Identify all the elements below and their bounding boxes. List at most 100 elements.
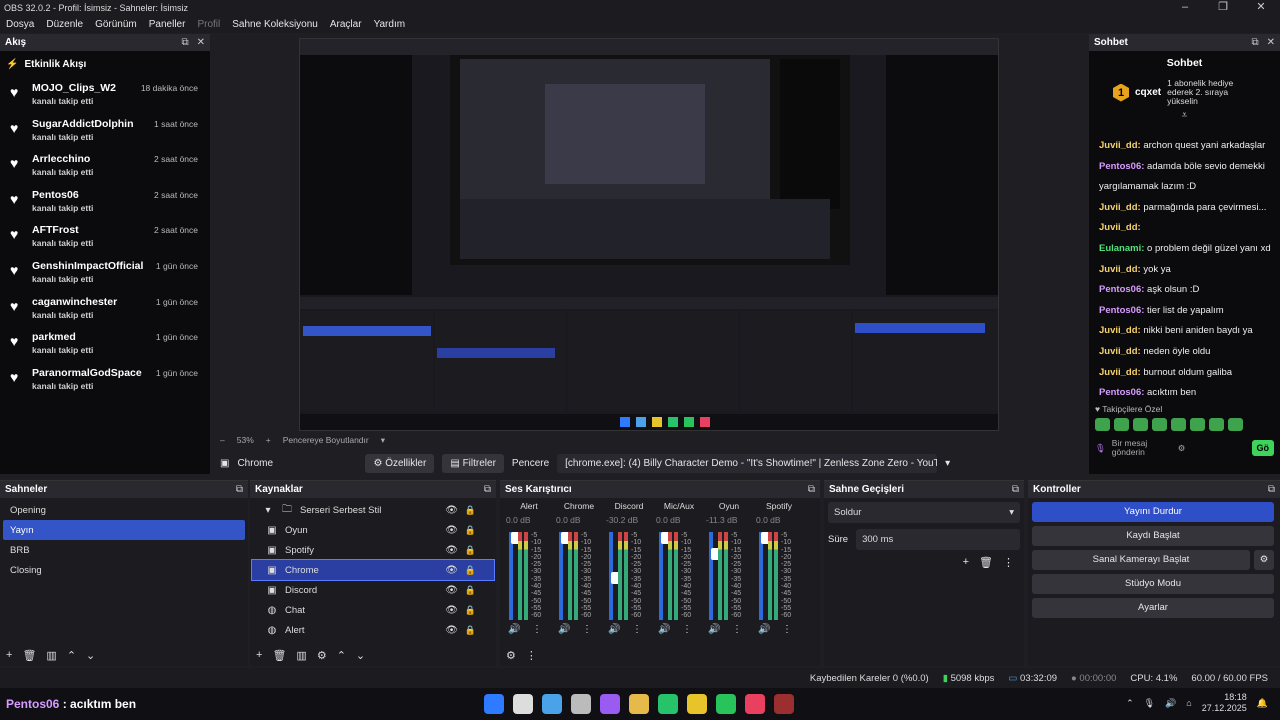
scene-item[interactable]: Yayın xyxy=(3,520,245,540)
volume-icon[interactable]: 🔊 xyxy=(1165,698,1176,709)
speaker-icon[interactable]: 🔊 xyxy=(758,624,770,635)
menu-dots-icon[interactable]: ⋮ xyxy=(682,624,692,635)
mixer-settings-icon[interactable]: ⚙ xyxy=(506,649,516,662)
taskbar-app-icon[interactable] xyxy=(629,694,649,714)
volume-slider[interactable] xyxy=(709,532,721,620)
emote-icon[interactable] xyxy=(1114,418,1129,431)
add-icon[interactable]: + xyxy=(256,649,262,662)
chevron-down-icon[interactable]: ▾ xyxy=(945,458,950,469)
stop-stream-button[interactable]: Yayını Durdur xyxy=(1032,502,1274,522)
up-icon[interactable]: ⌃ xyxy=(67,649,76,662)
gear-icon[interactable]: ⚙ xyxy=(1254,550,1274,570)
menu-dots-icon[interactable]: ⋮ xyxy=(732,624,742,635)
chat-user[interactable]: Juvii_dd: xyxy=(1099,367,1141,378)
menu-gorunum[interactable]: Görünüm xyxy=(89,19,143,30)
clock[interactable]: 18:18 27.12.2025 xyxy=(1202,692,1247,714)
taskbar-app-icon[interactable] xyxy=(542,694,562,714)
trash-icon[interactable]: 🗑 xyxy=(979,556,993,569)
zoom-in-button[interactable]: + xyxy=(266,435,271,445)
emote-icon[interactable] xyxy=(1171,418,1186,431)
lock-icon[interactable]: 🔒 xyxy=(465,585,476,596)
emote-icon[interactable] xyxy=(1228,418,1243,431)
eye-icon[interactable]: 👁 xyxy=(445,585,458,596)
emote-icon[interactable] xyxy=(1095,418,1110,431)
properties-button[interactable]: ⚙ Özellikler xyxy=(365,453,435,473)
chat-user[interactable]: Juvii_dd: xyxy=(1099,202,1141,213)
menu-dots-icon[interactable]: ⋮ xyxy=(1003,556,1014,569)
chevron-up-icon[interactable]: ⌃ xyxy=(1126,698,1134,709)
speaker-icon[interactable]: 🔊 xyxy=(708,624,720,635)
scene-item[interactable]: Opening xyxy=(3,500,245,520)
chat-user[interactable]: Juvii_dd: xyxy=(1099,346,1141,357)
down-icon[interactable]: ⌄ xyxy=(86,649,95,662)
source-item[interactable]: ▣ Discord 👁 🔒 xyxy=(252,580,494,600)
eye-icon[interactable]: 👁 xyxy=(445,605,458,616)
float-icon[interactable]: ⧉ xyxy=(236,484,243,495)
close-icon[interactable]: ✕ xyxy=(197,37,205,48)
up-icon[interactable]: ⌃ xyxy=(337,649,346,662)
eye-icon[interactable]: 👁 xyxy=(445,565,458,576)
lock-icon[interactable]: 🔒 xyxy=(465,565,476,576)
taskbar-app-icon[interactable] xyxy=(513,694,533,714)
taskbar-app-icon[interactable] xyxy=(571,694,591,714)
filter-icon[interactable]: ▥ xyxy=(46,649,56,662)
float-icon[interactable]: ⧉ xyxy=(1251,37,1258,48)
chat-user[interactable]: Juvii_dd: xyxy=(1099,325,1141,336)
start-record-button[interactable]: Kaydı Başlat xyxy=(1032,526,1274,546)
lock-icon[interactable]: 🔒 xyxy=(465,545,476,556)
taskbar-app-icon[interactable] xyxy=(687,694,707,714)
window-select[interactable]: [chrome.exe]: (4) Billy Character Demo -… xyxy=(557,453,938,473)
send-button[interactable]: Gö xyxy=(1251,440,1274,456)
chat-user[interactable]: Pentos06: xyxy=(1099,387,1144,398)
transition-select[interactable]: Soldur ▾ xyxy=(828,502,1020,523)
taskbar-app-icon[interactable] xyxy=(600,694,620,714)
volume-slider[interactable] xyxy=(759,532,771,620)
lock-icon[interactable]: 🔒 xyxy=(465,525,476,536)
menu-profil[interactable]: Profil xyxy=(191,19,226,30)
zoom-out-button[interactable]: – xyxy=(220,435,225,445)
chat-user[interactable]: Pentos06: xyxy=(1099,305,1144,316)
eye-icon[interactable]: 👁 xyxy=(445,545,458,556)
source-group-row[interactable]: ▾ 🗀 Serseri Serbest Stil 👁 🔒 xyxy=(252,500,494,520)
taskbar-app-icon[interactable] xyxy=(716,694,736,714)
menu-dots-icon[interactable]: ⋮ xyxy=(582,624,592,635)
network-icon[interactable]: ⌂ xyxy=(1186,698,1191,708)
source-item[interactable]: ▣ Oyun 👁 🔒 xyxy=(252,520,494,540)
volume-slider[interactable] xyxy=(609,532,621,620)
menu-dots-icon[interactable]: ⋮ xyxy=(782,624,792,635)
menu-sahne-koleksiyonu[interactable]: Sahne Koleksiyonu xyxy=(226,19,324,30)
chat-input[interactable]: Bir mesaj gönderin xyxy=(1112,439,1172,457)
add-icon[interactable]: + xyxy=(963,556,969,569)
down-icon[interactable]: ⌄ xyxy=(356,649,365,662)
source-item[interactable]: ◍ Alert 👁 🔒 xyxy=(252,620,494,640)
emote-icon[interactable] xyxy=(1209,418,1224,431)
source-item[interactable]: ▣ Chrome 👁 🔒 xyxy=(251,559,495,581)
volume-slider[interactable] xyxy=(559,532,571,620)
emote-icon[interactable] xyxy=(1152,418,1167,431)
float-icon[interactable]: ⧉ xyxy=(1268,484,1275,495)
menu-yardim[interactable]: Yardım xyxy=(368,19,412,30)
emote-icon[interactable] xyxy=(1133,418,1148,431)
duration-input[interactable]: 300 ms xyxy=(856,529,1020,550)
lock-icon[interactable]: 🔒 xyxy=(465,605,476,616)
speaker-icon[interactable]: 🔊 xyxy=(558,624,570,635)
eye-icon[interactable]: 👁 xyxy=(445,505,458,516)
close-icon[interactable]: ✕ xyxy=(1267,37,1275,48)
taskbar-app-icon[interactable] xyxy=(774,694,794,714)
chat-user[interactable]: Eulanami: xyxy=(1099,243,1144,254)
float-icon[interactable]: ⧉ xyxy=(1012,484,1019,495)
menu-dots-icon[interactable]: ⋮ xyxy=(532,624,542,635)
notification-icon[interactable]: 🔔 xyxy=(1257,698,1268,709)
menu-araclar[interactable]: Araçlar xyxy=(324,19,368,30)
stream-preview[interactable] xyxy=(299,38,999,431)
lock-icon[interactable]: 🔒 xyxy=(465,625,476,636)
studio-mode-button[interactable]: Stüdyo Modu xyxy=(1032,574,1274,594)
speaker-icon[interactable]: 🔊 xyxy=(508,624,520,635)
lock-icon[interactable]: 🔒 xyxy=(465,505,476,516)
float-icon[interactable]: ⧉ xyxy=(808,484,815,495)
filter-icon[interactable]: ▥ xyxy=(296,649,306,662)
menu-duzenle[interactable]: Düzenle xyxy=(40,19,89,30)
gear-icon[interactable]: ⚙ xyxy=(317,649,327,662)
settings-button[interactable]: Ayarlar xyxy=(1032,598,1274,618)
maximize-button[interactable]: ❐ xyxy=(1204,0,1242,16)
